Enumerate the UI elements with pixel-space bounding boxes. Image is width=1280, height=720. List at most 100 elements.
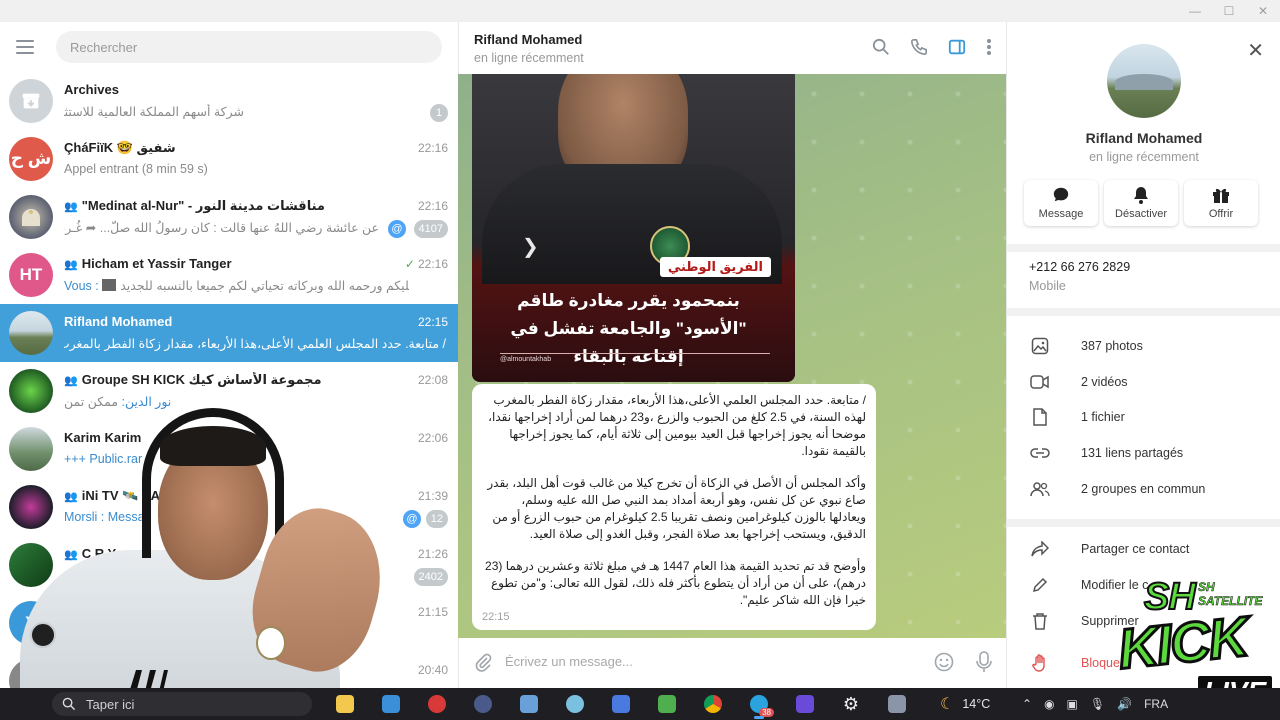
file-explorer-icon[interactable] (322, 688, 368, 720)
unread-badge: 1 (430, 104, 448, 122)
settings-icon[interactable]: ⚙ (828, 688, 874, 720)
paint-app-icon[interactable] (552, 688, 598, 720)
media-videos[interactable]: 2 vidéos (1029, 371, 1128, 393)
avatar (9, 311, 53, 355)
profile-panel: ✕ Rifland Mohamed en ligne récemment Mes… (1006, 22, 1280, 688)
chrome-icon[interactable] (690, 688, 736, 720)
system-tray: ⌃ ◉ ▣ 🎙 🔊 FRA (1022, 688, 1168, 720)
chat-list-panel: Rechercher Archives شركة أسهم المملكة ال… (0, 22, 458, 688)
chat-title[interactable]: Rifland Mohamed (474, 32, 582, 47)
link-icon (1029, 446, 1051, 460)
message-input[interactable]: Écrivez un message... (505, 654, 633, 669)
media-photos[interactable]: 387 photos (1029, 335, 1143, 357)
search-input[interactable]: Rechercher (56, 31, 442, 63)
chat-item[interactable]: 20:40 (0, 652, 458, 688)
chat-item-active[interactable]: Rifland Mohamed 22:15 / متابعة. حدد المج… (0, 304, 458, 362)
users-icon (1029, 481, 1051, 497)
message-photo[interactable]: ❯ الفريق الوطني بنمحمود يقرر مغادرة طاقم… (472, 74, 795, 382)
language-indicator[interactable]: FRA (1144, 697, 1168, 711)
close-icon[interactable]: ✕ (1247, 38, 1264, 63)
chat-name: 👥 Groupe SH KICK مجموعة الأساش كيك (64, 372, 322, 387)
network-app-icon[interactable] (644, 688, 690, 720)
media-links[interactable]: 131 liens partagés (1029, 442, 1183, 464)
gift-button[interactable]: Offrir (1184, 180, 1258, 226)
chat-name: 👥 "Medinat al-Nur" - مناقشات مدينة النور (64, 198, 325, 213)
chat-list-header: Rechercher (0, 22, 458, 72)
chat-item[interactable]: 👥 Groupe SH KICK مجموعة الأساش كيك 22:08 … (0, 362, 458, 420)
edit-contact-button[interactable]: Modifier le c (1029, 574, 1148, 596)
maximize-button[interactable]: ☐ (1212, 0, 1246, 22)
chat-item[interactable]: Karim Karim 22:06 +++ Public.rar (0, 420, 458, 478)
chat-preview: عن عائشة رضي اللهُ عنها قالت : كان رسولُ… (64, 221, 379, 235)
avatar (9, 485, 53, 529)
more-vertical-icon[interactable] (986, 38, 992, 61)
messages-area[interactable]: ❯ الفريق الوطني بنمحمود يقرر مغادرة طاقم… (458, 74, 1006, 638)
profile-name: Rifland Mohamed (1085, 130, 1203, 146)
telegram-icon[interactable]: 38 (736, 688, 782, 720)
chat-list: Archives شركة أسهم المملكة العالمية للاس… (0, 72, 458, 688)
calculator-icon[interactable] (598, 688, 644, 720)
chat-header-actions (872, 38, 992, 61)
media-files[interactable]: 1 fichier (1029, 406, 1125, 428)
avatar (9, 543, 53, 587)
message-button[interactable]: Message (1024, 180, 1098, 226)
clock-app-icon[interactable] (414, 688, 460, 720)
mail-icon[interactable] (368, 688, 414, 720)
unread-badge: 4107 (413, 220, 448, 238)
chat-time: 22:06 (417, 431, 448, 445)
chevron-up-icon[interactable]: ⌃ (1022, 697, 1032, 711)
close-window-button[interactable]: ✕ (1246, 0, 1280, 22)
laptop-app-icon[interactable] (506, 688, 552, 720)
message-time: 22:15 (482, 611, 510, 623)
chat-preview: Vous : السلام عليكم ورحمه الله وبركاته ت… (64, 279, 409, 293)
record-icon[interactable]: ◉ (1044, 697, 1054, 711)
mute-button[interactable]: Désactiver (1104, 180, 1178, 226)
message-bubble[interactable]: / متابعة. حدد المجلس العلمي الأعلى،هذا ا… (472, 384, 876, 630)
volume-icon[interactable]: 🔊 (1117, 697, 1132, 711)
network-icon[interactable]: ▣ (1067, 697, 1078, 711)
search-icon[interactable] (872, 38, 890, 61)
microphone-icon[interactable] (976, 651, 992, 678)
group-icon: 👥 (64, 491, 78, 503)
chat-item[interactable]: ش ح ÇháFiïK 🤓 شفيق 22:16 Appel entrant (… (0, 130, 458, 188)
profile-avatar[interactable] (1107, 44, 1181, 118)
chat-item[interactable]: 👥 "Medinat al-Nur" - مناقشات مدينة النور … (0, 188, 458, 246)
hand-stop-icon (1029, 654, 1051, 672)
app-icon[interactable] (874, 688, 920, 720)
microphone-icon[interactable]: 🎙 (1090, 697, 1105, 711)
minimize-button[interactable]: — (1178, 0, 1212, 22)
delete-contact-button[interactable]: Supprimer (1029, 610, 1139, 632)
sidebar-toggle-icon[interactable] (948, 38, 966, 61)
taskbar-search[interactable]: Taper ici (52, 692, 312, 716)
satellite-app-icon[interactable] (782, 688, 828, 720)
chat-time: 22:08 (417, 373, 448, 387)
chat-item[interactable]: 👥 iNi TV 🛰️ SA 21:39 Morsli : Messag @ 12 (0, 478, 458, 536)
bell-icon (1134, 187, 1148, 204)
emoji-icon[interactable] (934, 652, 954, 677)
share-contact-button[interactable]: Partager ce contact (1029, 538, 1189, 560)
phone-icon[interactable] (910, 38, 928, 61)
unread-badge: 12 (425, 510, 448, 528)
chat-name: Karim Karim (64, 430, 142, 445)
block-user-button[interactable]: Bloque (1029, 652, 1120, 674)
chat-item-archives[interactable]: Archives شركة أسهم المملكة العالمية للاس… (0, 72, 458, 130)
video-icon (1029, 374, 1051, 390)
chat-item[interactable]: Y 21:15 (0, 594, 458, 652)
trash-icon (1029, 612, 1051, 630)
photo-icon (1029, 337, 1051, 355)
group-icon: 👥 (64, 375, 78, 387)
weather-widget[interactable]: ☾ 14°C (940, 688, 990, 720)
chat-time: 21:39 (417, 489, 448, 503)
chat-item[interactable]: 👥 C R Y 21:26 C 2402 (0, 536, 458, 594)
chat-time: 21:15 (417, 605, 448, 619)
chat-preview: C (64, 568, 74, 582)
camera-app-icon[interactable] (460, 688, 506, 720)
conversation-panel: Rifland Mohamed en ligne récemment ❯ الف… (458, 22, 1006, 688)
menu-icon[interactable] (16, 40, 34, 54)
attach-icon[interactable] (473, 652, 493, 677)
media-groups[interactable]: 2 groupes en commun (1029, 478, 1205, 500)
profile-phone[interactable]: +212 66 276 2829 (1029, 260, 1130, 274)
chat-item[interactable]: HT 👥 Hicham et Yassir Tanger ✓ 22:16 Vous … (0, 246, 458, 304)
photo-tag: الفريق الوطني (659, 257, 771, 277)
chat-time: 22:16 (417, 141, 448, 155)
